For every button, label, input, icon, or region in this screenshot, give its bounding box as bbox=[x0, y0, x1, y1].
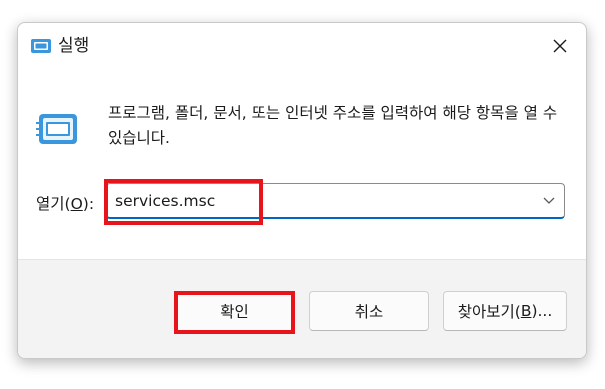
ok-button[interactable]: 확인 bbox=[175, 291, 294, 331]
description-text: 프로그램, 폴더, 문서, 또는 인터넷 주소를 입력하여 해당 항목을 열 수… bbox=[108, 104, 558, 147]
open-input[interactable] bbox=[115, 188, 515, 214]
cancel-button[interactable]: 취소 bbox=[309, 291, 429, 331]
dialog-content: 프로그램, 폴더, 문서, 또는 인터넷 주소를 입력하여 해당 항목을 열 수… bbox=[18, 69, 586, 259]
browse-label-suffix: )... bbox=[531, 302, 553, 320]
run-dialog: 실행 프로그램, 폴더, 문서, 또는 인터넷 주소를 입력하여 해당 항목을 … bbox=[17, 22, 587, 359]
close-button[interactable] bbox=[542, 29, 578, 63]
open-label: 열기(O): bbox=[36, 193, 94, 215]
browse-label-prefix: 찾아보기( bbox=[457, 303, 521, 321]
browse-button[interactable]: 찾아보기(B)... bbox=[443, 291, 567, 331]
close-icon bbox=[553, 39, 567, 53]
ok-button-label: 확인 bbox=[220, 303, 249, 321]
open-combobox[interactable] bbox=[106, 183, 565, 219]
title-bar: 실행 bbox=[18, 23, 586, 69]
open-label-suffix: ): bbox=[82, 195, 95, 213]
cancel-button-label: 취소 bbox=[354, 303, 384, 321]
browse-label-mnemonic: B bbox=[520, 302, 532, 320]
chevron-down-icon[interactable] bbox=[542, 195, 556, 207]
button-bar: 확인 취소 찾아보기(B)... bbox=[18, 259, 586, 358]
run-icon bbox=[31, 39, 51, 53]
run-icon-large bbox=[36, 114, 77, 144]
window-title: 실행 bbox=[58, 36, 90, 56]
open-label-mnemonic: O bbox=[70, 195, 83, 213]
open-label-prefix: 열기( bbox=[36, 195, 71, 213]
